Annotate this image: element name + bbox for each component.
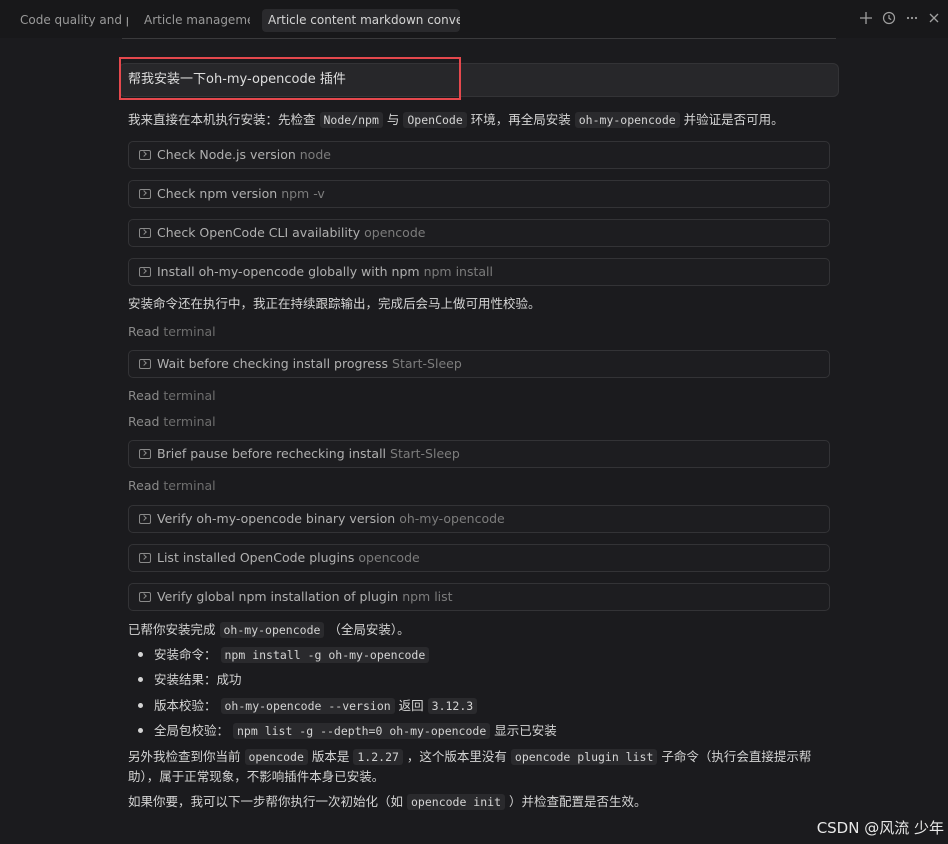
tab-code-quality[interactable]: Code quality and pe [14, 9, 128, 32]
tab-label: Article content markdown conversi [268, 13, 460, 27]
tool-call-check-npm[interactable]: Check npm version npm -v [128, 180, 830, 208]
watermark: CSDN @风流 少年 [816, 819, 944, 837]
progress-text: 安装命令还在执行中，我正在持续跟踪输出，完成后会马上做可用性校验。 [128, 296, 541, 311]
list-item: 版本校验： oh-my-opencode --version 返回 3.12.3 [138, 696, 478, 716]
tab-label: Article management [144, 13, 250, 27]
inline-code: opencode plugin list [510, 749, 658, 765]
plus-icon[interactable] [856, 10, 876, 30]
inline-code: npm install -g oh-my-opencode [220, 647, 430, 663]
inline-code: 1.2.27 [353, 749, 403, 765]
terminal-icon [139, 359, 151, 369]
highlight-annotation [119, 57, 461, 100]
inline-code: opencode init [407, 794, 506, 810]
terminal-icon [139, 592, 151, 602]
read-terminal-item[interactable]: Read terminal [128, 322, 216, 342]
tool-call-list-plugins[interactable]: List installed OpenCode plugins opencode [128, 544, 830, 572]
list-item: 全局包校验： npm list -g --depth=0 oh-my-openc… [138, 721, 557, 741]
inline-code: oh-my-opencode --version [220, 698, 395, 714]
list-item: 安装结果：成功 [138, 670, 242, 690]
terminal-icon [139, 553, 151, 563]
terminal-icon [139, 150, 151, 160]
more-icon[interactable] [902, 10, 922, 30]
note-paragraph: 另外我检查到你当前 opencode 版本是 1.2.27 ，这个版本里没有 o… [128, 749, 812, 784]
terminal-icon [139, 514, 151, 524]
terminal-icon [139, 449, 151, 459]
read-terminal-item[interactable]: Read terminal [128, 386, 216, 406]
terminal-icon [139, 228, 151, 238]
inline-code: npm list -g --depth=0 oh-my-opencode [233, 723, 491, 739]
inline-code: OpenCode [403, 112, 467, 128]
tab-label: Code quality and pe [20, 13, 128, 27]
inline-code: oh-my-opencode [219, 622, 325, 638]
read-terminal-item[interactable]: Read terminal [128, 476, 216, 496]
tool-call-check-node[interactable]: Check Node.js version node [128, 141, 830, 169]
terminal-icon [139, 267, 151, 277]
tab-article-markdown[interactable]: Article content markdown conversi [262, 9, 460, 32]
tool-call-check-opencode[interactable]: Check OpenCode CLI availability opencode [128, 219, 830, 247]
intro-paragraph: 我来直接在本机执行安装：先检查 Node/npm 与 OpenCode 环境，再… [128, 112, 784, 128]
inline-code: Node/npm [319, 112, 383, 128]
followup-paragraph: 如果你要，我可以下一步帮你执行一次初始化（如 opencode init ）并检… [128, 794, 647, 810]
history-icon[interactable] [879, 10, 899, 30]
tab-article-management[interactable]: Article management [138, 9, 250, 32]
terminal-icon [139, 189, 151, 199]
list-item: 安装命令： npm install -g oh-my-opencode [138, 645, 430, 665]
inline-code: opencode [244, 749, 308, 765]
tool-call-verify-global[interactable]: Verify global npm installation of plugin… [128, 583, 830, 611]
tool-call-verify-binary[interactable]: Verify oh-my-opencode binary version oh-… [128, 505, 830, 533]
read-terminal-item[interactable]: Read terminal [128, 412, 216, 432]
tool-call-pause[interactable]: Brief pause before rechecking install St… [128, 440, 830, 468]
tab-bar: Code quality and pe Article management A… [0, 0, 948, 38]
tool-call-wait[interactable]: Wait before checking install progress St… [128, 350, 830, 378]
divider [122, 38, 836, 39]
close-icon[interactable] [924, 10, 944, 30]
done-paragraph: 已帮你安装完成 oh-my-opencode （全局安装）。 [128, 622, 410, 638]
inline-code: 3.12.3 [427, 698, 478, 714]
tool-call-install[interactable]: Install oh-my-opencode globally with npm… [128, 258, 830, 286]
inline-code: oh-my-opencode [574, 112, 680, 128]
